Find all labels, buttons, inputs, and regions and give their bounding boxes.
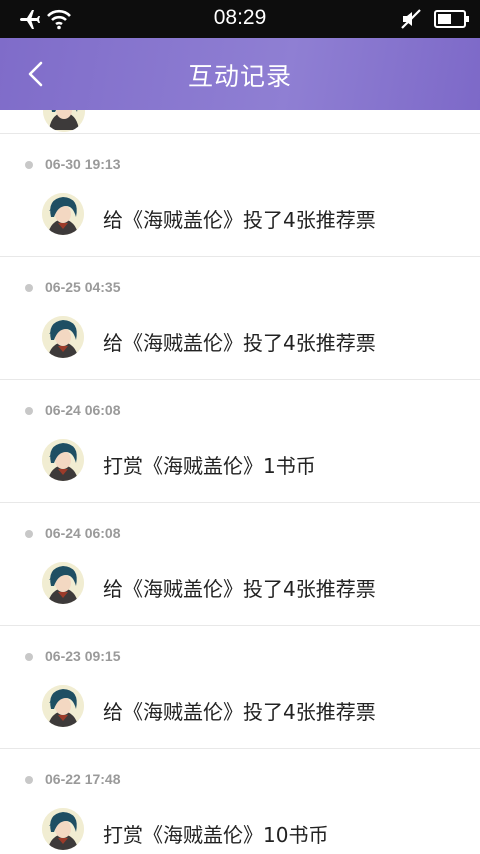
list-item-partial (0, 110, 480, 134)
avatar[interactable] (42, 562, 84, 604)
avatar (43, 110, 85, 132)
record-text: 打赏《海贼盖伦》1书币 (103, 454, 316, 478)
record-timestamp: 06-23 09:15 (45, 648, 121, 664)
record-timestamp: 06-22 17:48 (45, 771, 121, 787)
avatar[interactable] (42, 193, 84, 235)
record-timestamp: 06-24 06:08 (45, 525, 121, 541)
avatar[interactable] (42, 808, 84, 850)
timeline-dot (25, 653, 33, 661)
record-text: 给《海贼盖伦》投了4张推荐票 (103, 577, 376, 601)
list-item[interactable]: 06-24 06:08 给《海贼盖伦》投了4张推荐票 (0, 503, 480, 626)
record-timestamp: 06-30 19:13 (45, 156, 121, 172)
list-item[interactable]: 06-22 17:48 打赏《海贼盖伦》10书币 (0, 749, 480, 854)
battery-icon (434, 10, 469, 28)
record-text: 给《海贼盖伦》投了4张推荐票 (103, 700, 376, 724)
list-item[interactable]: 06-30 19:13 给《海贼盖伦》投了4张推荐票 (0, 134, 480, 257)
timeline-dot (25, 161, 33, 169)
record-timestamp: 06-25 04:35 (45, 279, 121, 295)
avatar[interactable] (42, 316, 84, 358)
status-bar: 08:29 (0, 0, 480, 38)
timeline-dot (25, 776, 33, 784)
record-timestamp: 06-24 06:08 (45, 402, 121, 418)
list-item[interactable]: 06-25 04:35 给《海贼盖伦》投了4张推荐票 (0, 257, 480, 380)
timeline-dot (25, 407, 33, 415)
avatar[interactable] (42, 685, 84, 727)
page-title: 互动记录 (187, 62, 292, 91)
interaction-record-list[interactable]: 06-30 19:13 给《海贼盖伦》投了4张推荐票 06-25 04:35 给… (0, 110, 480, 854)
mute-icon (401, 9, 421, 29)
record-text: 给《海贼盖伦》投了4张推荐票 (103, 331, 376, 355)
record-text: 给《海贼盖伦》投了4张推荐票 (103, 208, 376, 232)
timeline-dot (25, 530, 33, 538)
list-item[interactable]: 06-24 06:08 打赏《海贼盖伦》1书币 (0, 380, 480, 503)
avatar[interactable] (42, 439, 84, 481)
app-header: 互动记录 (0, 38, 480, 110)
record-text: 打赏《海贼盖伦》10书币 (103, 823, 329, 847)
list-item[interactable]: 06-23 09:15 给《海贼盖伦》投了4张推荐票 (0, 626, 480, 749)
timeline-dot (25, 284, 33, 292)
